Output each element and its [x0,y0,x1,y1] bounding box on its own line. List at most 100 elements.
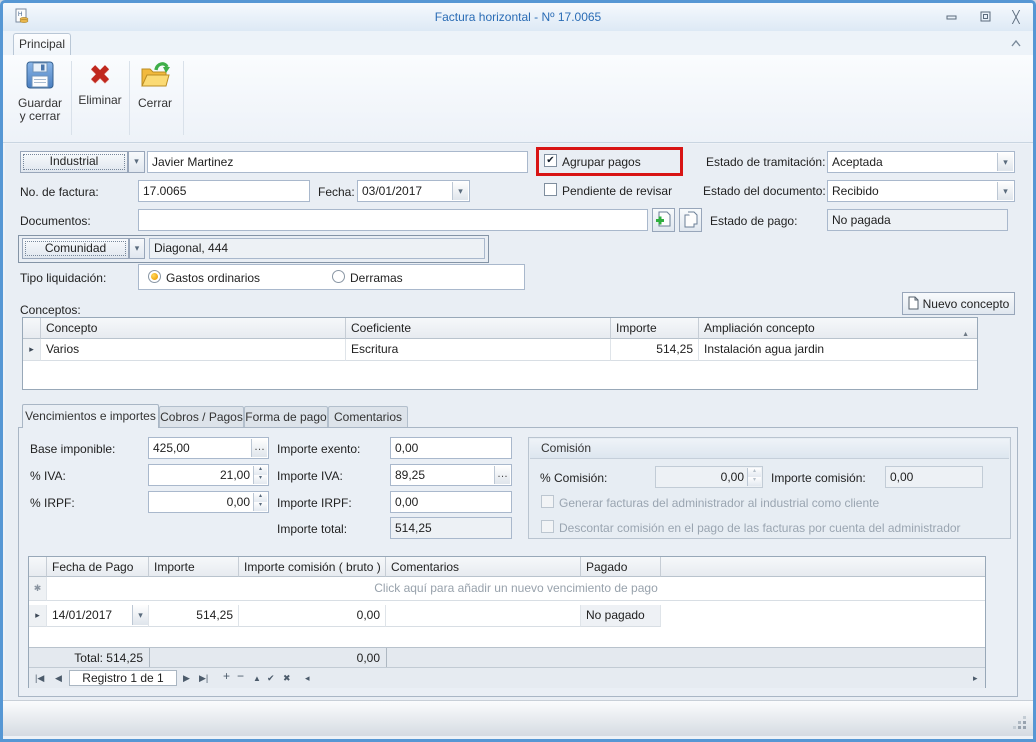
header-fecha-pago[interactable]: Fecha de Pago [47,557,149,577]
header-importe[interactable]: Importe [611,318,699,339]
chevron-down-icon[interactable]: ▾ [132,605,148,625]
agrupar-pagos-checkbox[interactable]: ✔ [544,154,557,167]
estado-documento-combo[interactable]: Recibido ▾ [827,180,1015,202]
ellipsis-button[interactable]: … [251,439,267,457]
spinner-down-icon[interactable]: ▾ [254,502,267,511]
spinner[interactable]: ▴▾ [253,493,267,511]
provider-type-dropdown-button[interactable]: ▾ [128,151,145,173]
cell-importe[interactable]: 514,25 [611,339,699,361]
resize-grip[interactable] [1023,726,1026,729]
close-button[interactable]: ╳ [1003,9,1029,24]
provider-name-field[interactable]: Javier Martinez [147,151,528,173]
hscroll-left-arrow[interactable]: ◂ [305,671,310,686]
spinner[interactable]: ▴▾ [253,466,267,484]
chevron-down-icon: ▾ [135,243,140,253]
base-imponible-field[interactable]: 425,00 … [148,437,269,459]
nuevo-concepto-button[interactable]: Nuevo concepto [902,292,1015,315]
importe-total-label: Importe total: [277,522,347,536]
pct-irpf-field[interactable]: 0,00 ▴▾ [148,491,269,513]
client-type-label: Comunidad [23,239,128,257]
chevron-down-icon[interactable]: ▾ [997,153,1013,171]
client-name-field[interactable]: Diagonal, 444 [149,238,485,259]
client-type-dropdown-button[interactable]: ▾ [129,238,145,259]
restore-button[interactable] [972,9,998,24]
window-title: Factura horizontal - Nº 17.0065 [3,10,1033,24]
documentos-field[interactable] [138,209,648,231]
derramas-radio[interactable] [332,270,345,283]
copy-document-button[interactable] [679,208,702,232]
pct-iva-field[interactable]: 21,00 ▴▾ [148,464,269,486]
tab-forma-pago[interactable]: Forma de pago [244,406,328,428]
new-page-icon [908,293,919,316]
descontar-comision-label: Descontar comisión en el pago de las fac… [559,521,961,535]
header-importe[interactable]: Importe [149,557,239,577]
num-factura-field[interactable]: 17.0065 [138,180,310,202]
header-importe-comision[interactable]: Importe comisión ( bruto ) [239,557,386,577]
header-indicator [29,557,47,577]
nav-delete-button[interactable]: − [237,669,244,684]
new-row-indicator: ✱ [29,577,47,601]
gastos-ordinarios-label: Gastos ordinarios [166,271,260,285]
cell-fecha-pago[interactable]: 14/01/2017 ▾ [47,605,149,627]
vencimientos-grid: Fecha de Pago Importe Importe comisión (… [28,556,986,688]
close-window-button[interactable]: Cerrar [132,59,178,139]
cell-ampliacion[interactable]: Instalación agua jardin [699,339,977,361]
cell-importe[interactable]: 514,25 [149,605,239,627]
cell-importe-comision[interactable]: 0,00 [239,605,386,627]
header-ampliacion[interactable]: Ampliación concepto ▲ [699,318,977,339]
importe-exento-field[interactable]: 0,00 [390,437,512,459]
spinner-down-icon[interactable]: ▾ [254,475,267,484]
spinner-up-icon[interactable]: ▴ [254,493,267,502]
header-pagado[interactable]: Pagado [581,557,661,577]
nav-confirm-button[interactable]: ✔ [267,671,275,686]
tab-vencimientos[interactable]: Vencimientos e importes [22,404,159,428]
importe-iva-field[interactable]: 89,25 … [390,464,512,486]
divider [386,648,387,668]
pendiente-revisar-checkbox[interactable] [544,183,557,196]
row-indicator: ▸ [29,605,47,627]
header-coeficiente[interactable]: Coeficiente [346,318,611,339]
client-type-button[interactable]: Comunidad [22,238,129,259]
provider-type-label: Industrial [21,152,127,171]
collapse-ribbon-icon[interactable] [1009,37,1023,51]
invoice-window: H Factura horizontal - Nº 17.0065 ╳ Prin… [0,0,1036,742]
nav-cancel-button[interactable]: ✖ [283,671,291,686]
minimize-button[interactable] [938,9,964,24]
hscroll-right-arrow[interactable]: ▸ [973,671,978,686]
ribbon-separator [183,61,184,135]
importe-irpf-field[interactable]: 0,00 [390,491,512,513]
spinner-up-icon[interactable]: ▴ [254,466,267,475]
tab-cobros-pagos[interactable]: Cobros / Pagos [159,406,244,428]
close-folder-icon [139,80,171,94]
gastos-ordinarios-radio[interactable] [148,270,161,283]
ellipsis-button[interactable]: … [494,466,510,484]
cell-pagado[interactable]: No pagado [581,605,661,627]
importe-iva-label: Importe IVA: [277,469,343,483]
new-row-hint[interactable]: Click aquí para añadir un nuevo vencimie… [47,577,985,601]
header-comentarios[interactable]: Comentarios [386,557,581,577]
provider-type-button[interactable]: Industrial [20,151,128,173]
nav-edit-button[interactable]: ▲ [253,671,261,686]
cell-comentarios[interactable] [386,605,581,627]
save-close-button[interactable]: Guardar y cerrar [13,59,67,139]
nuevo-concepto-label: Nuevo concepto [923,297,1010,311]
nav-first-button[interactable]: |◀ [35,671,44,686]
estado-tramitacion-combo[interactable]: Aceptada ▾ [827,151,1015,173]
tab-comentarios[interactable]: Comentarios [328,406,408,428]
add-document-button[interactable] [652,208,675,232]
base-imponible-label: Base imponible: [30,442,115,456]
header-concepto[interactable]: Concepto [41,318,346,339]
chevron-down-icon[interactable]: ▾ [997,182,1013,200]
delete-icon: ✖ [89,59,112,91]
nav-add-button[interactable]: + [223,669,230,684]
fecha-combo[interactable]: 03/01/2017 ▾ [357,180,470,202]
chevron-down-icon[interactable]: ▾ [452,182,468,200]
pct-comision-label: % Comisión: [540,471,607,485]
delete-button[interactable]: ✖ Eliminar [75,59,125,139]
tab-principal[interactable]: Principal [13,33,71,55]
cell-coeficiente[interactable]: Escritura [346,339,611,361]
cell-concepto[interactable]: Varios [41,339,346,361]
nav-next-button[interactable]: ▶ [183,671,190,686]
nav-last-button[interactable]: ▶| [199,671,208,686]
nav-prev-button[interactable]: ◀ [55,671,62,686]
